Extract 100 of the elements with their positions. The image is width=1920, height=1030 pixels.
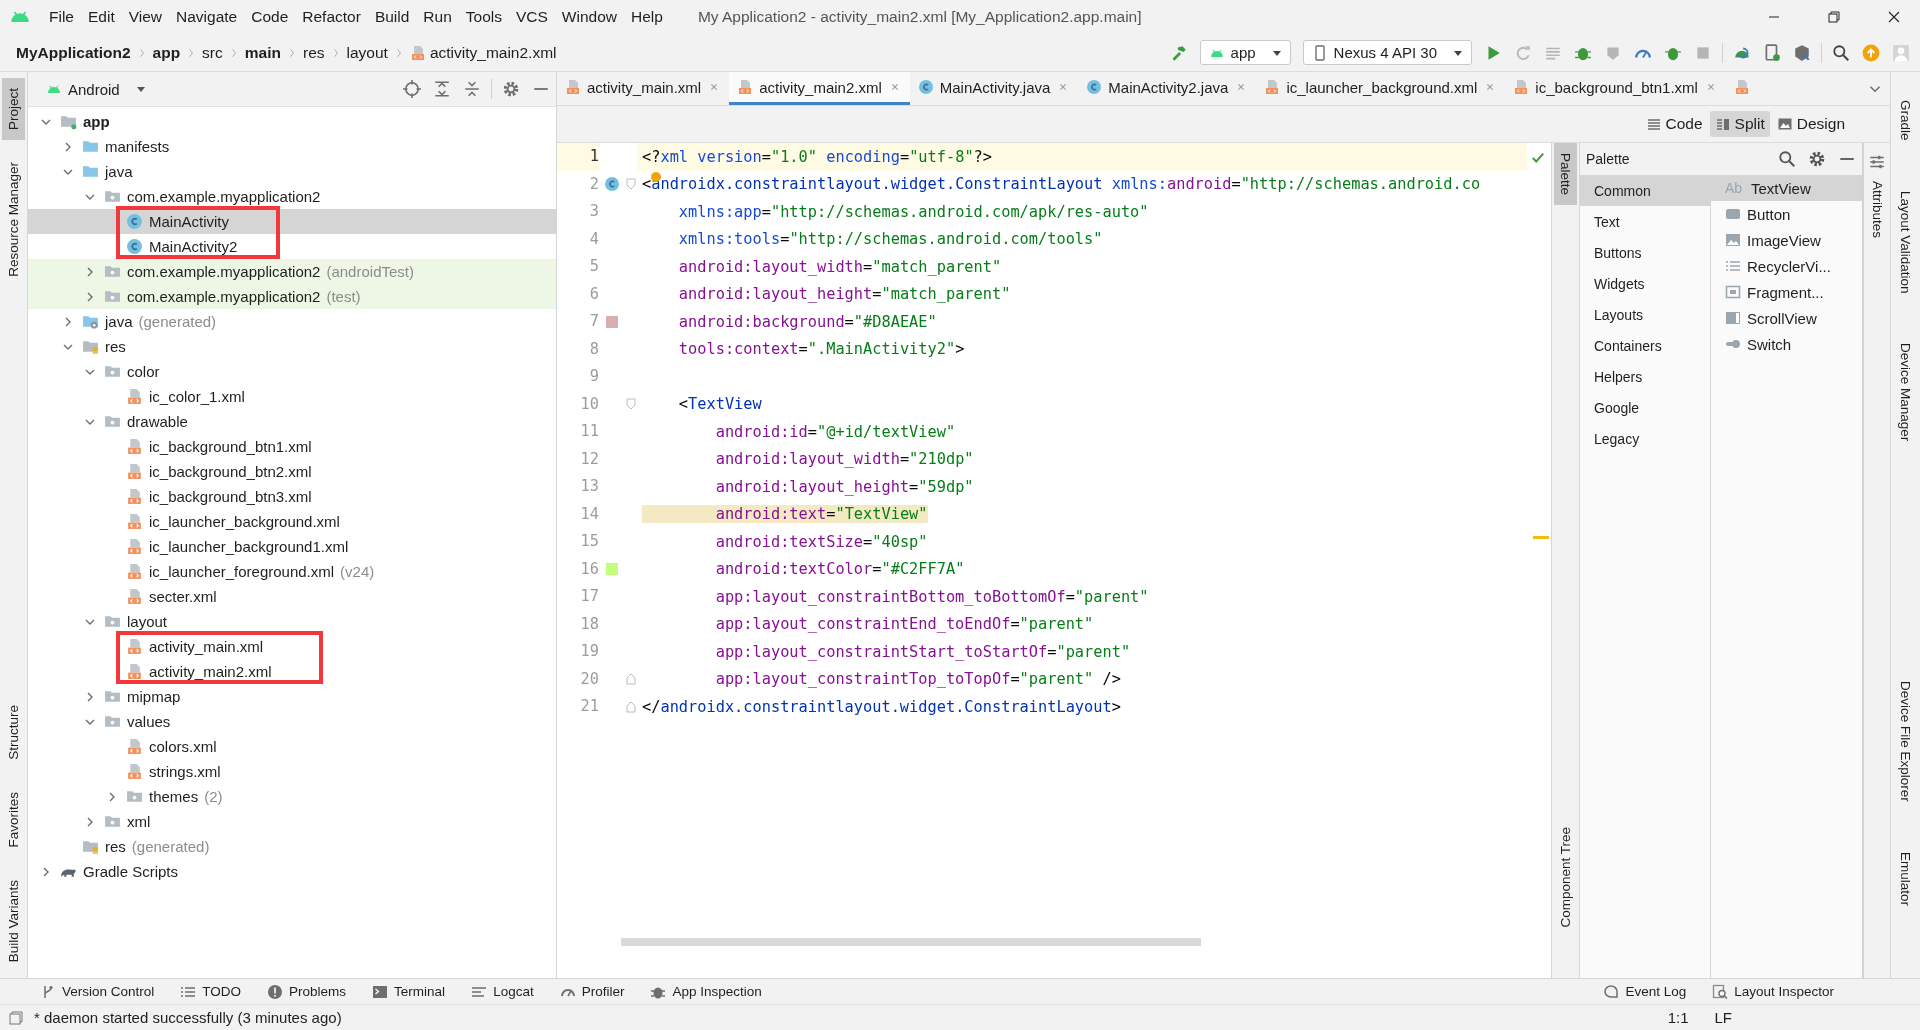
editor-tab[interactable]: MainActivity2.java: [1078, 72, 1257, 105]
tool-window-button[interactable]: Problems: [267, 983, 347, 1000]
palette-item[interactable]: ImageView: [1711, 227, 1862, 253]
palette-category[interactable]: Text: [1580, 206, 1710, 237]
editor-tab[interactable]: ic_background_btn1.xml: [1505, 72, 1726, 105]
palette-category[interactable]: Layouts: [1580, 299, 1710, 330]
menu-item[interactable]: Window: [554, 8, 624, 26]
sliders-icon[interactable]: [1868, 153, 1886, 171]
palette-category[interactable]: Buttons: [1580, 237, 1710, 268]
expand-all-icon[interactable]: [433, 80, 451, 98]
tool-window-button[interactable]: Layout Inspector: [1712, 983, 1834, 1000]
tree-item[interactable]: themes (2): [28, 784, 556, 809]
tree-item[interactable]: ic_background_btn2.xml: [28, 459, 556, 484]
side-tab[interactable]: Emulator: [1894, 841, 1917, 916]
menu-item[interactable]: Code: [244, 8, 296, 26]
close-icon[interactable]: [1886, 9, 1902, 25]
view-mode-button[interactable]: Split: [1709, 111, 1770, 137]
tree-item[interactable]: ic_launcher_foreground.xml (v24): [28, 559, 556, 584]
tree-item[interactable]: secter.xml: [28, 584, 556, 609]
tree-item[interactable]: ic_launcher_background1.xml: [28, 534, 556, 559]
run-configuration-dropdown[interactable]: app: [1199, 40, 1291, 65]
tree-item[interactable]: ic_color_1.xml: [28, 384, 556, 409]
sdk-manager-icon[interactable]: [1793, 43, 1811, 62]
menu-item[interactable]: Tools: [458, 8, 509, 26]
tree-item[interactable]: MainActivity: [28, 209, 556, 234]
palette-category[interactable]: Helpers: [1580, 361, 1710, 392]
side-tab[interactable]: Resource Manager: [2, 152, 25, 287]
menu-item[interactable]: Navigate: [169, 8, 245, 26]
tool-window-button[interactable]: Logcat: [471, 983, 534, 1000]
menu-item[interactable]: View: [121, 8, 170, 26]
tool-window-button[interactable]: Version Control: [40, 983, 155, 1000]
side-tab[interactable]: Device File Explorer: [1894, 671, 1917, 812]
menu-item[interactable]: Run: [416, 8, 459, 26]
palette-item[interactable]: ScrollView: [1711, 305, 1862, 331]
tree-item[interactable]: manifests: [28, 134, 556, 159]
tree-item[interactable]: colors.xml: [28, 734, 556, 759]
menu-item[interactable]: Build: [367, 8, 417, 26]
tool-window-button[interactable]: Terminal: [372, 983, 446, 1000]
side-tab[interactable]: Attributes: [1865, 171, 1889, 249]
breadcrumb-item[interactable]: layout: [344, 43, 390, 62]
side-tab[interactable]: Structure: [2, 695, 25, 771]
palette-item[interactable]: Button: [1711, 201, 1862, 227]
tree-item[interactable]: values: [28, 709, 556, 734]
breadcrumb-item[interactable]: res: [300, 43, 327, 62]
tree-item[interactable]: Gradle Scripts: [28, 859, 556, 884]
view-mode-button[interactable]: Code: [1640, 111, 1708, 137]
device-dropdown[interactable]: Nexus 4 API 30: [1302, 40, 1472, 65]
view-mode-button[interactable]: Design: [1771, 111, 1850, 137]
menu-item[interactable]: Edit: [81, 8, 122, 26]
tree-item[interactable]: com.example.myapplication2 (test): [28, 284, 556, 309]
menu-item[interactable]: VCS: [508, 8, 555, 26]
palette-item[interactable]: Ab TextView: [1711, 175, 1862, 201]
tool-window-button[interactable]: TODO: [180, 983, 242, 1000]
menu-item[interactable]: File: [42, 8, 81, 26]
tree-item[interactable]: activity_main2.xml: [28, 659, 556, 684]
tree-item[interactable]: app: [28, 109, 556, 134]
settings-icon[interactable]: [502, 80, 520, 98]
palette-category[interactable]: Common: [1580, 175, 1710, 206]
settings-icon[interactable]: [1808, 150, 1826, 168]
editor-tab[interactable]: activity_main2.xml: [729, 72, 910, 105]
side-tab[interactable]: Device Manager: [1894, 333, 1917, 452]
breadcrumb-item[interactable]: app: [150, 43, 183, 62]
class-icon[interactable]: [604, 176, 620, 193]
tree-item[interactable]: layout: [28, 609, 556, 634]
tree-item[interactable]: res: [28, 334, 556, 359]
editor-tab[interactable]: MainActivity.java: [909, 72, 1079, 105]
tool-window-button[interactable]: Event Log: [1603, 983, 1687, 1000]
caret-position[interactable]: 1:1: [1659, 1009, 1697, 1026]
breadcrumb-item[interactable]: activity_main2.xml: [407, 43, 559, 62]
side-tab[interactable]: Favorites: [2, 782, 25, 858]
menu-item[interactable]: Help: [624, 8, 670, 26]
tree-item[interactable]: ic_launcher_background.xml: [28, 509, 556, 534]
palette-item[interactable]: Switch: [1711, 331, 1862, 357]
palette-category[interactable]: Google: [1580, 392, 1710, 423]
tree-item[interactable]: color: [28, 359, 556, 384]
panel-toggle-icon[interactable]: [8, 1009, 24, 1026]
side-tab[interactable]: Build Variants: [2, 869, 25, 972]
tree-item[interactable]: ic_background_btn1.xml: [28, 434, 556, 459]
breadcrumb-item[interactable]: main: [242, 43, 283, 62]
tool-window-button[interactable]: Profiler: [559, 983, 625, 1000]
palette-category[interactable]: Containers: [1580, 330, 1710, 361]
collapse-all-icon[interactable]: [463, 80, 481, 98]
scrollbar-thumb[interactable]: [621, 938, 1201, 946]
tree-item[interactable]: ic_background_btn3.xml: [28, 484, 556, 509]
line-separator[interactable]: LF: [1706, 1009, 1740, 1026]
side-tab[interactable]: Project: [2, 78, 25, 141]
target-icon[interactable]: [403, 80, 421, 98]
palette-category[interactable]: Widgets: [1580, 268, 1710, 299]
tree-item[interactable]: com.example.myapplication2: [28, 184, 556, 209]
tree-item[interactable]: java (generated): [28, 309, 556, 334]
side-tab[interactable]: Palette: [1554, 143, 1577, 206]
palette-item[interactable]: Fragment...: [1711, 279, 1862, 305]
palette-category[interactable]: Legacy: [1580, 423, 1710, 454]
breadcrumb-item[interactable]: src: [200, 43, 225, 62]
tree-item[interactable]: MainActivity2: [28, 234, 556, 259]
palette-item[interactable]: RecyclerVi...: [1711, 253, 1862, 279]
restore-icon[interactable]: [1826, 9, 1842, 25]
tree-item[interactable]: mipmap: [28, 684, 556, 709]
tree-item[interactable]: java: [28, 159, 556, 184]
device-manager-icon[interactable]: [1763, 43, 1781, 62]
